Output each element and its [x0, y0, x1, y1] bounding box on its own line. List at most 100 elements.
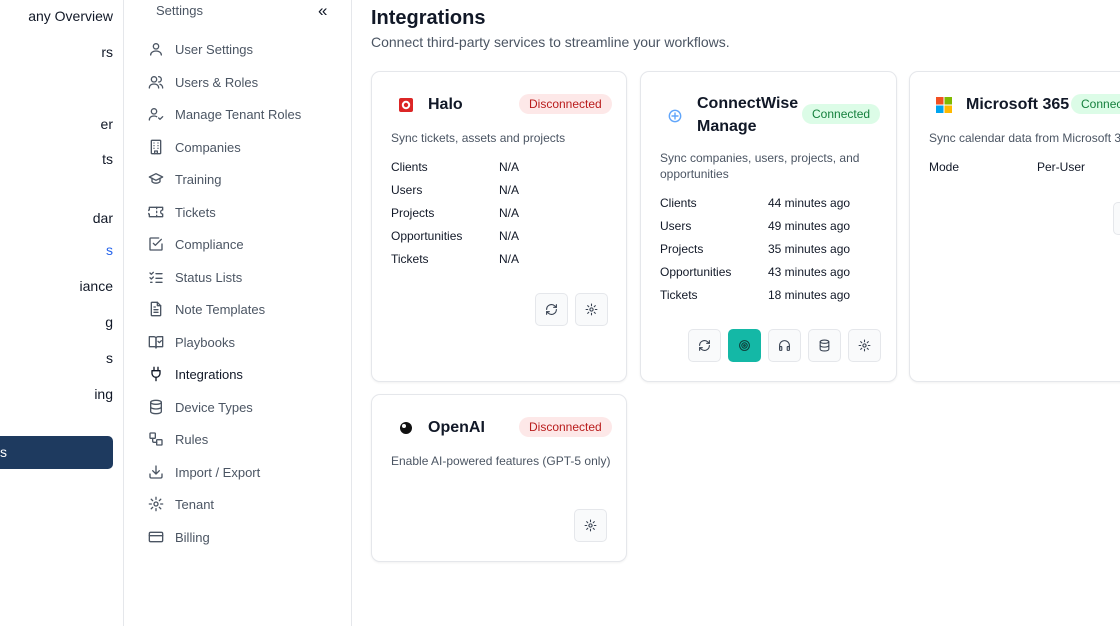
settings-item-training[interactable]: Training: [148, 167, 338, 191]
sync-row: Tickets N/A: [391, 252, 519, 275]
support-button[interactable]: [768, 329, 801, 362]
settings-nav-title: Settings: [156, 3, 203, 18]
sync-value: 18 minutes ago: [768, 288, 851, 302]
integration-card-connectwise: ConnectWise Manage Connected Sync compan…: [640, 71, 897, 382]
sync-label: Mode: [929, 160, 960, 174]
sync-table: Mode Per-User: [929, 160, 1085, 183]
integration-description: Sync calendar data from Microsoft 365: [929, 131, 1120, 145]
settings-item-label: Billing: [175, 529, 210, 545]
sync-value: N/A: [499, 206, 520, 220]
settings-item-rules[interactable]: Rules: [148, 427, 338, 451]
main-nav-item[interactable]: dar: [93, 210, 113, 226]
settings-item-companies[interactable]: Companies: [148, 135, 338, 159]
sync-row: Projects 35 minutes ago: [660, 242, 850, 265]
check-square-icon: [149, 237, 163, 251]
settings-item-playbooks[interactable]: Playbooks: [148, 330, 338, 354]
integration-name: Halo: [428, 96, 463, 113]
sync-row: Tickets 18 minutes ago: [660, 288, 850, 311]
main-nav-item[interactable]: s: [106, 242, 113, 258]
graduation-cap-icon: [148, 173, 164, 184]
integration-name-line2: Manage: [697, 118, 757, 135]
settings-item-tickets[interactable]: Tickets: [148, 200, 338, 224]
sync-button[interactable]: [535, 293, 568, 326]
main-nav-item[interactable]: s: [106, 350, 113, 366]
settings-item-integrations[interactable]: Integrations: [148, 362, 338, 386]
integration-card-openai: OpenAI Disconnected Enable AI-powered fe…: [371, 394, 627, 562]
page-subtitle: Connect third-party services to streamli…: [371, 34, 730, 50]
settings-item-label: Tickets: [175, 204, 216, 220]
main-nav-item[interactable]: any Overview: [28, 8, 113, 24]
main-nav-item-active[interactable]: gs: [0, 436, 113, 469]
description-line: Sync companies, users, projects, and: [660, 151, 860, 165]
integration-name: ConnectWise: [697, 95, 799, 112]
status-badge: Connected: [1071, 94, 1120, 114]
sync-row: Opportunities N/A: [391, 229, 519, 252]
settings-item-compliance[interactable]: Compliance: [148, 232, 338, 256]
sync-button[interactable]: [688, 329, 721, 362]
settings-item-user-settings[interactable]: User Settings: [148, 37, 338, 61]
settings-item-label: Status Lists: [175, 269, 243, 285]
description-line: opportunities: [660, 167, 729, 181]
sync-value: 43 minutes ago: [768, 265, 851, 279]
user-icon: [150, 43, 162, 56]
webhook-button[interactable]: [728, 329, 761, 362]
gear-icon: [858, 339, 871, 352]
refresh-icon: [546, 304, 557, 315]
sync-table: Clients N/A Users N/A Projects N/A Opportun…: [391, 160, 519, 275]
halo-logo-icon: [396, 95, 416, 115]
settings-item-label: Users & Roles: [175, 74, 259, 90]
download-icon: [149, 465, 163, 479]
gear-icon: [584, 519, 597, 532]
integration-name: OpenAI: [428, 419, 485, 436]
partial-button[interactable]: [1113, 202, 1120, 235]
settings-item-note-templates[interactable]: Note Templates: [148, 297, 338, 321]
users-icon: [148, 76, 164, 89]
main-nav-item[interactable]: er: [101, 116, 113, 132]
sync-row: Clients N/A: [391, 160, 519, 183]
main-sidebar: any Overview rs er ts dar s iance g s in…: [0, 0, 124, 626]
settings-item-label: User Settings: [175, 41, 254, 57]
settings-item-status-lists[interactable]: Status Lists: [148, 265, 338, 289]
sync-row: Projects N/A: [391, 206, 519, 229]
status-badge: Connected: [802, 104, 881, 124]
book-check-icon: [148, 336, 164, 349]
integration-card-microsoft365: Microsoft 365 Connected Sync calendar da…: [909, 71, 1120, 382]
settings-item-label: Import / Export: [175, 464, 261, 480]
main-nav-item[interactable]: ing: [94, 386, 113, 402]
settings-item-label: Training: [175, 171, 222, 187]
settings-item-import-export[interactable]: Import / Export: [148, 460, 338, 484]
settings-item-label: Note Templates: [175, 301, 266, 317]
ticket-icon: [148, 206, 164, 218]
target-icon: [739, 340, 750, 351]
settings-item-label: Device Types: [175, 399, 253, 415]
database-icon: [819, 339, 830, 352]
main-nav-item[interactable]: ts: [102, 151, 113, 167]
settings-item-label: Compliance: [175, 236, 244, 252]
sync-table: Clients 44 minutes ago Users 49 minutes ag…: [660, 196, 850, 311]
sync-row: Opportunities 43 minutes ago: [660, 265, 850, 288]
sync-label: Opportunities: [391, 229, 463, 243]
settings-item-device-types[interactable]: Device Types: [148, 395, 338, 419]
sync-label: Clients: [391, 160, 428, 174]
sync-label: Users: [391, 183, 423, 197]
sync-label: Projects: [391, 206, 435, 220]
main-nav-item[interactable]: rs: [101, 44, 113, 60]
settings-item-billing[interactable]: Billing: [148, 525, 338, 549]
microsoft-logo-icon: [934, 95, 954, 115]
settings-button[interactable]: [848, 329, 881, 362]
user-check-icon: [148, 108, 164, 121]
status-badge: Disconnected: [519, 417, 612, 437]
main-nav-item[interactable]: g: [105, 314, 113, 330]
settings-button[interactable]: [575, 293, 608, 326]
settings-item-users-roles[interactable]: Users & Roles: [148, 70, 338, 94]
sync-value: 44 minutes ago: [768, 196, 851, 210]
data-mapping-button[interactable]: [808, 329, 841, 362]
settings-item-label: Tenant: [175, 496, 215, 512]
settings-button[interactable]: [574, 509, 607, 542]
settings-item-manage-tenant-roles[interactable]: Manage Tenant Roles: [148, 102, 338, 126]
collapse-sidebar-icon[interactable]: «: [318, 2, 327, 19]
settings-item-tenant[interactable]: Tenant: [148, 492, 338, 516]
settings-item-label: Integrations: [175, 366, 243, 382]
main-nav-item[interactable]: iance: [80, 278, 113, 294]
page-title: Integrations: [371, 7, 486, 29]
